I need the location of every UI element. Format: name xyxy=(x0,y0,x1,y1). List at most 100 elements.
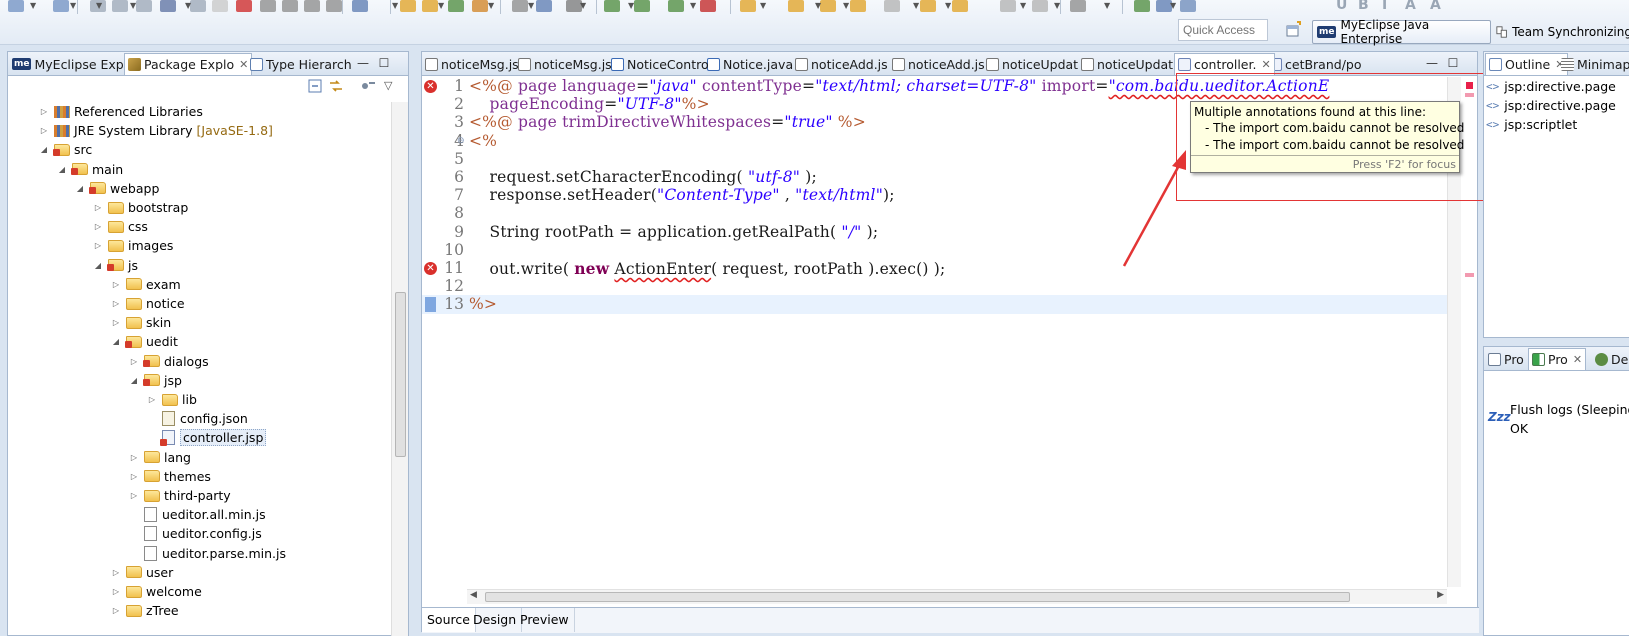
tree-item[interactable]: ▷ JRE System Library [JavaSE-1.8] xyxy=(38,121,273,140)
toolbar-button-icon[interactable] xyxy=(422,0,438,12)
outline-item[interactable]: <> jsp:directive.page xyxy=(1486,98,1616,113)
tree-item[interactable]: ▷ Referenced Libraries xyxy=(38,102,203,121)
filters-icon[interactable] xyxy=(360,79,376,96)
tab-outline[interactable]: Outline ✕ xyxy=(1485,53,1569,75)
tree-item[interactable]: controller.jsp xyxy=(146,428,267,447)
tree-item[interactable]: ueditor.parse.min.js xyxy=(128,544,286,563)
toolbar-button-icon[interactable] xyxy=(1070,0,1086,12)
scrollbar-thumb[interactable] xyxy=(485,592,1350,602)
link-with-editor-icon[interactable] xyxy=(328,79,344,96)
toolbar-button-icon[interactable] xyxy=(160,0,176,12)
collapsed-arrow-icon[interactable]: ▷ xyxy=(110,318,122,327)
horizontal-scrollbar[interactable]: ◀ ▶ xyxy=(467,589,1447,604)
dropdown-arrow-icon[interactable]: ▼ xyxy=(488,1,494,10)
close-icon[interactable]: ✕ xyxy=(1573,353,1582,366)
dropdown-arrow-icon[interactable]: ▼ xyxy=(1170,1,1176,10)
minimize-button[interactable]: — xyxy=(355,55,371,71)
close-icon[interactable]: ✕ xyxy=(1261,58,1270,71)
toolbar-button-icon[interactable] xyxy=(8,0,24,12)
toolbar-button-icon[interactable] xyxy=(212,0,228,12)
text-format-icon[interactable]: A xyxy=(1430,0,1441,13)
toolbar-button-icon[interactable] xyxy=(700,0,716,12)
code-line[interactable]: 8 xyxy=(422,204,1447,223)
dropdown-arrow-icon[interactable]: ▼ xyxy=(392,1,398,10)
outline-item[interactable]: <> jsp:scriptlet xyxy=(1486,117,1577,132)
dropdown-arrow-icon[interactable]: ▼ xyxy=(130,1,136,10)
dropdown-arrow-icon[interactable]: ▼ xyxy=(1054,1,1060,10)
toolbar-button-icon[interactable] xyxy=(884,0,900,12)
dropdown-arrow-icon[interactable]: ▼ xyxy=(945,1,951,10)
tree-item[interactable]: ◢ webapp xyxy=(74,179,159,198)
vertical-scrollbar[interactable] xyxy=(391,102,408,636)
expanded-arrow-icon[interactable]: ◢ xyxy=(38,145,50,154)
expanded-arrow-icon[interactable]: ◢ xyxy=(110,337,122,346)
expanded-arrow-icon[interactable]: ◢ xyxy=(74,184,86,193)
dropdown-arrow-icon[interactable]: ▼ xyxy=(185,1,191,10)
toolbar-button-icon[interactable] xyxy=(304,0,320,12)
editor-tab[interactable]: noticeUpdat xyxy=(983,53,1081,75)
toolbar-button-icon[interactable] xyxy=(352,0,368,12)
dropdown-arrow-icon[interactable]: ▼ xyxy=(760,1,766,10)
expanded-arrow-icon[interactable]: ◢ xyxy=(56,165,68,174)
tree-item[interactable]: ▷ css xyxy=(92,217,148,236)
tab-debug[interactable]: Deb xyxy=(1592,348,1629,370)
text-format-icon[interactable]: B xyxy=(1358,0,1369,13)
code-line[interactable]: 12 xyxy=(422,277,1447,296)
tree-item[interactable]: ◢ uedit xyxy=(110,332,178,351)
tree-item[interactable]: ◢ src xyxy=(38,140,92,159)
editor-tab[interactable]: noticeMsg.js xyxy=(515,53,615,75)
tree-item[interactable]: ◢ main xyxy=(56,160,123,179)
text-format-icon[interactable]: A xyxy=(1405,0,1416,13)
code-line[interactable]: 10 xyxy=(422,241,1447,260)
outline-item[interactable]: <> jsp:directive.page xyxy=(1486,79,1616,94)
toolbar-button-icon[interactable] xyxy=(260,0,276,12)
tree-item[interactable]: ▷ images xyxy=(92,236,174,255)
tree-item[interactable]: ▷ skin xyxy=(110,313,171,332)
editor-tab[interactable]: noticeAdd.js xyxy=(792,53,891,75)
tree-item[interactable]: ueditor.config.js xyxy=(128,524,262,543)
dropdown-arrow-icon[interactable]: ▼ xyxy=(1020,1,1026,10)
toolbar-button-icon[interactable] xyxy=(920,0,936,12)
dropdown-arrow-icon[interactable]: ▼ xyxy=(913,1,919,10)
collapsed-arrow-icon[interactable]: ▷ xyxy=(110,606,122,615)
toolbar-button-icon[interactable] xyxy=(53,0,69,12)
toolbar-button-icon[interactable] xyxy=(952,0,968,12)
code-line[interactable]: 13 %> xyxy=(422,295,1447,315)
toolbar-button-icon[interactable] xyxy=(634,0,650,12)
collapsed-arrow-icon[interactable]: ▷ xyxy=(92,241,104,250)
tree-item[interactable]: ▷ third-party xyxy=(128,486,231,505)
code-line[interactable]: 9 String rootPath = application.getRealP… xyxy=(422,223,1447,242)
tree-item[interactable]: ▷ zTree xyxy=(110,601,179,620)
scrollbar-thumb[interactable] xyxy=(395,292,406,457)
tree-item[interactable]: ▷ bootstrap xyxy=(92,198,188,217)
dropdown-arrow-icon[interactable]: ▼ xyxy=(843,1,849,10)
toolbar-button-icon[interactable] xyxy=(236,0,252,12)
toolbar-button-icon[interactable] xyxy=(668,0,684,12)
toolbar-button-icon[interactable] xyxy=(1032,0,1048,12)
dropdown-arrow-icon[interactable]: ▼ xyxy=(528,1,534,10)
fold-toggle-icon[interactable]: ⊖ xyxy=(457,136,465,146)
editor-tab[interactable]: cetBrand/po xyxy=(1266,53,1365,75)
dropdown-arrow-icon[interactable]: ▼ xyxy=(690,1,696,10)
perspective-myeclipse-java-enterprise[interactable]: me MyEclipse Java Enterprise xyxy=(1312,18,1491,46)
toolbar-button-icon[interactable] xyxy=(1134,0,1150,12)
toolbar-button-icon[interactable] xyxy=(1000,0,1016,12)
expanded-arrow-icon[interactable]: ◢ xyxy=(128,376,140,385)
expanded-arrow-icon[interactable]: ◢ xyxy=(92,261,104,270)
error-marker[interactable] xyxy=(1465,273,1474,277)
collapsed-arrow-icon[interactable]: ▷ xyxy=(38,107,50,116)
collapsed-arrow-icon[interactable]: ▷ xyxy=(128,357,140,366)
toolbar-button-icon[interactable] xyxy=(788,0,804,12)
dropdown-arrow-icon[interactable]: ▼ xyxy=(96,1,102,10)
tree-item[interactable]: ▷ notice xyxy=(110,294,185,313)
toolbar-button-icon[interactable] xyxy=(190,0,206,12)
toolbar-button-icon[interactable] xyxy=(112,0,128,12)
collapsed-arrow-icon[interactable]: ▷ xyxy=(128,491,140,500)
dropdown-arrow-icon[interactable]: ▼ xyxy=(815,1,821,10)
perspective-team-synchronizing[interactable]: Team Synchronizing xyxy=(1494,20,1629,44)
toolbar-button-icon[interactable] xyxy=(400,0,416,12)
toolbar-button-icon[interactable] xyxy=(740,0,756,12)
collapsed-arrow-icon[interactable]: ▷ xyxy=(128,453,140,462)
tab-type-hierarchy[interactable]: Type Hierarch xyxy=(247,53,355,75)
dropdown-arrow-icon[interactable]: ▼ xyxy=(70,1,76,10)
